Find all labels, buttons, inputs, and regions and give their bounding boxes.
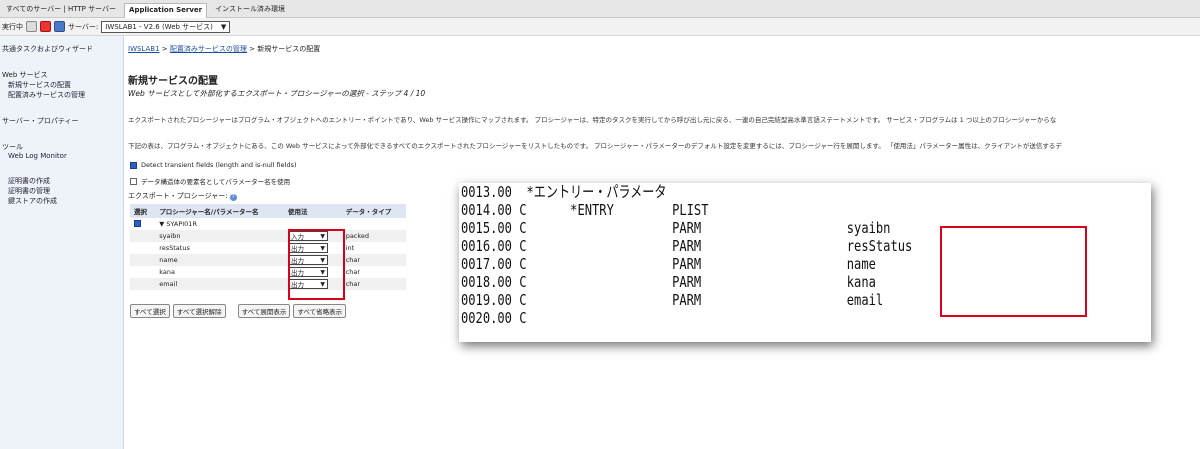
param-type: packed xyxy=(341,230,406,242)
collapse-all-button[interactable]: すべて省略表示 xyxy=(293,304,347,318)
column-header: 使用法 xyxy=(284,204,342,218)
usage-highlight-box xyxy=(288,229,345,300)
code-line: 0017.00 C PARM name xyxy=(461,255,876,273)
column-header: データ・タイプ xyxy=(341,204,406,218)
description-paragraph-1: エクスポートされたプロシージャーはプログラム・オブジェクトへのエントリー・ポイン… xyxy=(128,116,1057,124)
top-tab-bar: すべてのサーバー | HTTP サーバー Application Server … xyxy=(0,0,1200,18)
nav-web-log-monitor[interactable]: Web Log Monitor xyxy=(8,152,67,160)
nav-create-keystore[interactable]: 鍵ストアの作成 xyxy=(8,196,57,206)
param-type: char xyxy=(341,278,406,290)
table-row: syaibn 入力 ▼ packed xyxy=(130,230,406,242)
nav-manage-certificates[interactable]: 証明書の管理 xyxy=(8,186,50,196)
column-header: 選択 xyxy=(130,204,156,218)
table-header-row: 選択 プロシージャー名/パラメーター名 使用法 データ・タイプ xyxy=(130,204,406,218)
nav-server-properties[interactable]: サーバー・プロパティー xyxy=(2,116,79,126)
procedure-checkbox[interactable] xyxy=(134,219,141,227)
deselect-all-button[interactable]: すべて選択解除 xyxy=(172,304,226,318)
table-row: email 出力 ▼ char xyxy=(130,278,406,290)
source-code-window: 0013.00 *エントリー・パラメータ 0014.00 C *ENTRY PL… xyxy=(459,183,1151,342)
table-button-row: すべて選択 すべて選択解除 すべて展開表示 すべて省略表示 xyxy=(130,304,347,318)
nav-common-tasks[interactable]: 共通タスクおよびウィザード xyxy=(2,44,93,54)
table-row: name 出力 ▼ char xyxy=(130,254,406,266)
help-icon[interactable]: ? xyxy=(229,194,237,201)
server-select[interactable]: IWSLAB1 - V2.6 (Web サービス) ▼ xyxy=(101,20,231,33)
breadcrumb-separator: > xyxy=(246,45,258,53)
tab-application-server[interactable]: Application Server xyxy=(124,2,208,18)
param-name: resStatus xyxy=(159,244,190,252)
start-icon[interactable] xyxy=(26,21,37,32)
server-toolbar: 実行中 サーバー: IWSLAB1 - V2.6 (Web サービス) ▼ xyxy=(0,18,1200,36)
nav-deploy-new-service[interactable]: 新規サービスの配置 xyxy=(8,80,71,90)
code-line: 0016.00 C PARM resStatus xyxy=(461,237,913,255)
nav-create-certificate[interactable]: 証明書の作成 xyxy=(8,176,50,186)
param-type: char xyxy=(341,254,406,266)
chevron-down-icon: ▼ xyxy=(220,22,227,31)
stop-icon[interactable] xyxy=(40,21,51,32)
param-name: email xyxy=(155,278,285,290)
description-paragraph-2: 下記の表は、プログラム・オブジェクトにある、この Web サービスによって外部化… xyxy=(128,142,1062,150)
breadcrumb-separator: > xyxy=(159,45,170,53)
select-all-button[interactable]: すべて選択 xyxy=(130,304,170,318)
breadcrumb: IWSLAB1 > 配置済みサービスの管理 > 新規サービスの配置 xyxy=(128,44,320,54)
table-row: resStatus 出力 ▼ int xyxy=(130,242,406,254)
left-navigation: 共通タスクおよびウィザード Web サービス 新規サービスの配置 配置済みサービ… xyxy=(0,36,124,449)
code-line: 0019.00 C PARM email xyxy=(461,291,884,309)
param-name: kana xyxy=(159,268,175,276)
option-label: Detect transient fields (length and is-n… xyxy=(141,161,297,169)
procedure-row: ▼ SYAPI01R xyxy=(130,218,406,230)
page-title: 新規サービスの配置 xyxy=(128,76,218,87)
param-name: name xyxy=(155,254,285,266)
param-type: int xyxy=(345,244,355,252)
breadcrumb-link-manage[interactable]: 配置済みサービスの管理 xyxy=(170,45,247,53)
server-status: 実行中 xyxy=(2,22,23,31)
nav-manage-deployed-services[interactable]: 配置済みサービスの管理 xyxy=(8,90,85,100)
breadcrumb-current: 新規サービスの配置 xyxy=(257,45,321,53)
procedure-table: 選択 プロシージャー名/パラメーター名 使用法 データ・タイプ ▼ SYAPI0… xyxy=(130,204,406,290)
code-line: 0013.00 *エントリー・パラメータ xyxy=(461,183,667,201)
expand-all-button[interactable]: すべて展開表示 xyxy=(237,304,291,318)
nav-web-services[interactable]: Web サービス xyxy=(2,70,48,80)
param-type: char xyxy=(345,268,361,276)
code-line: 0015.00 C PARM syaibn xyxy=(461,219,891,237)
page-subtitle: Web サービスとして外部化するエクスポート・プロシージャーの選択 - ステップ… xyxy=(128,89,426,98)
nav-tools[interactable]: ツール xyxy=(2,142,23,152)
table-row: kana 出力 ▼ char xyxy=(130,266,406,278)
tab-installed-environment[interactable]: インストール済み環境 xyxy=(211,2,289,16)
code-line: 0020.00 C xyxy=(461,309,527,327)
procedure-name: SYAPI01R xyxy=(166,220,197,228)
export-procedure-label: エクスポート・プロシージャー:? xyxy=(128,191,237,201)
option-detect-transient[interactable]: Detect transient fields (length and is-n… xyxy=(130,161,297,169)
server-select-value: IWSLAB1 - V2.6 (Web サービス) xyxy=(105,22,213,31)
parameter-highlight-box xyxy=(940,226,1087,317)
param-name: syaibn xyxy=(155,230,285,242)
code-line: 0018.00 C PARM kana xyxy=(461,273,876,291)
option-label: データ構造体の要素名としてパラメーター名を使用 xyxy=(141,178,291,186)
checkbox-checked[interactable] xyxy=(130,161,137,169)
column-header: プロシージャー名/パラメーター名 xyxy=(155,204,285,218)
export-procedure-text: エクスポート・プロシージャー: xyxy=(128,192,228,200)
refresh-icon[interactable] xyxy=(54,21,65,32)
code-line: 0014.00 C *ENTRY PLIST xyxy=(461,201,709,219)
breadcrumb-link-server[interactable]: IWSLAB1 xyxy=(128,45,160,53)
tab-all-servers[interactable]: すべてのサーバー | HTTP サーバー xyxy=(2,2,120,16)
checkbox-unchecked[interactable] xyxy=(130,177,137,185)
option-use-param-names[interactable]: データ構造体の要素名としてパラメーター名を使用 xyxy=(130,176,290,186)
server-label: サーバー: xyxy=(68,22,99,31)
